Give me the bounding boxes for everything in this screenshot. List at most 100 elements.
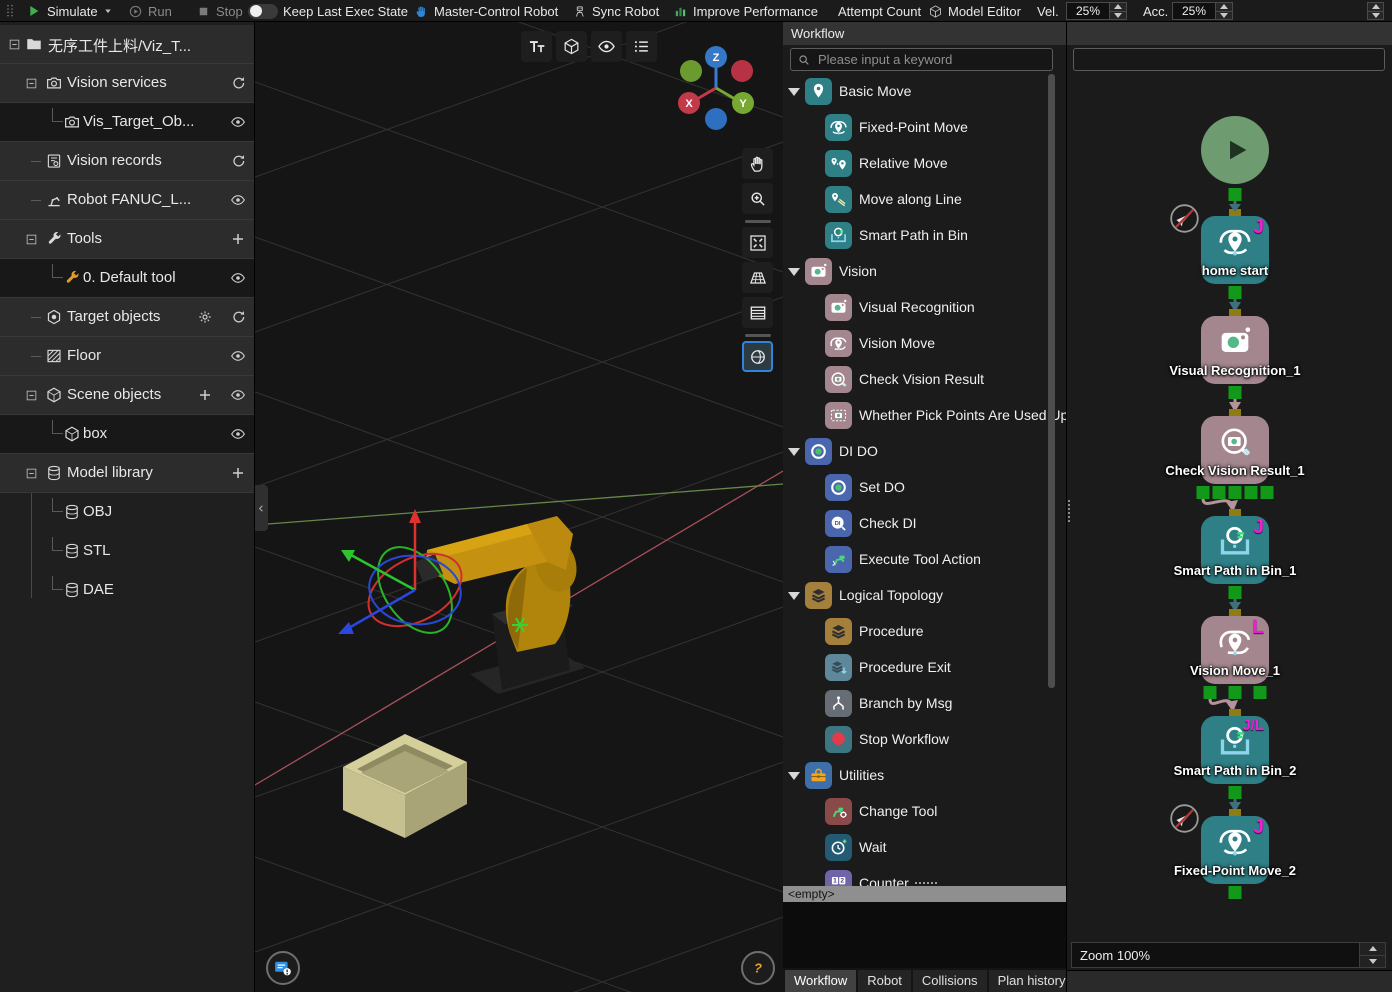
collapse-box[interactable] <box>25 233 38 246</box>
zoom-down-button[interactable] <box>1360 956 1385 968</box>
caret-down-icon[interactable] <box>788 88 800 96</box>
extra-spinner[interactable] <box>1367 0 1384 22</box>
workflow-step-utilities[interactable]: Utilities <box>783 758 1053 794</box>
toolbar-grip[interactable] <box>2 0 18 22</box>
workflow-step-set-do[interactable]: Set DO <box>783 470 1053 506</box>
fit-view-button[interactable] <box>742 227 773 258</box>
sidebar-item-dae[interactable]: DAE <box>0 571 255 610</box>
node-smart-path-in-bin-2[interactable]: J/LSmart Path in Bin_2 <box>1201 716 1269 784</box>
eye-icon[interactable] <box>230 192 246 208</box>
workflow-step-check-vision-result[interactable]: Check Vision Result <box>783 362 1053 398</box>
visibility-button[interactable] <box>591 31 622 62</box>
plus-icon[interactable] <box>230 465 246 481</box>
sidebar-item-0-default-tool[interactable]: 0. Default tool <box>0 259 255 298</box>
eye-icon[interactable] <box>230 387 246 403</box>
tab-robot[interactable]: Robot <box>858 970 911 992</box>
workflow-step-check-di[interactable]: DICheck DI <box>783 506 1053 542</box>
sidebar-item-vision-records[interactable]: Vision records <box>0 142 255 181</box>
acceleration-input[interactable] <box>1172 2 1216 20</box>
workflow-step-vision[interactable]: Vision <box>783 254 1053 290</box>
empty-selection-row[interactable]: <empty> <box>783 886 1067 902</box>
sidebar-item-tools[interactable]: Tools <box>0 220 255 259</box>
caret-down-icon[interactable] <box>788 268 800 276</box>
caret-down-icon[interactable] <box>788 448 800 456</box>
workflow-step-procedure[interactable]: Procedure <box>783 614 1053 650</box>
graph-header-field[interactable] <box>1073 48 1385 71</box>
workflow-scrollbar[interactable] <box>1048 74 1055 688</box>
node-vision-move-1[interactable]: LVision Move_1 <box>1201 616 1269 684</box>
workflow-step-smart-path-in-bin[interactable]: Smart Path in Bin <box>783 218 1053 254</box>
velocity-up-button[interactable] <box>1110 3 1126 12</box>
triad-minus-y[interactable] <box>680 60 702 82</box>
model-display-button[interactable] <box>556 31 587 62</box>
velocity-input[interactable] <box>1066 2 1110 20</box>
workflow-step-execute-tool-action[interactable]: Execute Tool Action <box>783 542 1053 578</box>
eye-icon[interactable] <box>230 114 246 130</box>
workflow-step-di-do[interactable]: DI DO <box>783 434 1053 470</box>
caret-down-icon[interactable] <box>788 592 800 600</box>
extra-down-button[interactable] <box>1368 12 1383 20</box>
robot-object[interactable] <box>415 516 585 694</box>
graph-zoom-control[interactable]: Zoom 100% <box>1071 942 1386 968</box>
workflow-step-logical-topology[interactable]: Logical Topology <box>783 578 1053 614</box>
collapse-box[interactable] <box>8 38 21 51</box>
zoom-up-button[interactable] <box>1360 943 1385 956</box>
sidebar-item-vis-target-ob[interactable]: Vis_Target_Ob... <box>0 103 255 142</box>
workflow-step-change-tool[interactable]: Change Tool <box>783 794 1053 830</box>
pan-tool-button[interactable] <box>742 148 773 179</box>
sidebar-item-model-library[interactable]: Model library <box>0 454 255 493</box>
help-button[interactable]: ? <box>741 951 775 985</box>
workflow-step-wait[interactable]: Wait <box>783 830 1053 866</box>
sidebar-item-vision-services[interactable]: Vision services <box>0 64 255 103</box>
no-entry-icon[interactable] <box>1169 803 1200 834</box>
sidebar-item-robot-fanuc-l[interactable]: Robot FANUC_L... <box>0 181 255 220</box>
refresh-icon[interactable] <box>230 309 246 325</box>
orbit-view-button[interactable] <box>742 341 773 372</box>
velocity-spinner[interactable] <box>1066 0 1127 22</box>
acceleration-down-button[interactable] <box>1216 12 1232 20</box>
search-input[interactable] <box>816 51 1046 68</box>
simulate-dropdown-icon[interactable] <box>103 6 113 16</box>
extra-up-button[interactable] <box>1368 3 1383 12</box>
caret-down-icon[interactable] <box>788 772 800 780</box>
velocity-down-button[interactable] <box>1110 12 1126 20</box>
collapse-box[interactable] <box>25 77 38 90</box>
node-smart-path-in-bin-1[interactable]: JSmart Path in Bin_1 <box>1201 516 1269 584</box>
refresh-icon[interactable] <box>230 75 246 91</box>
panel-resize-handle[interactable] <box>915 879 937 884</box>
workflow-step-visual-recognition[interactable]: Visual Recognition <box>783 290 1053 326</box>
workflow-step-stop-workflow[interactable]: Stop Workflow <box>783 722 1053 758</box>
workflow-search[interactable] <box>790 48 1053 71</box>
zoom-tool-button[interactable] <box>742 183 773 214</box>
master-control-button[interactable]: Master-Control Robot <box>414 0 558 22</box>
attempt-count-button[interactable]: Attempt Count <box>838 0 921 22</box>
workflow-start-button[interactable] <box>1201 116 1269 184</box>
tab-collisions[interactable]: Collisions <box>913 970 987 992</box>
workflow-step-branch-by-msg[interactable]: Branch by Msg <box>783 686 1053 722</box>
eye-icon[interactable] <box>230 270 246 286</box>
tab-workflow[interactable]: Workflow <box>785 970 856 992</box>
collapse-box[interactable] <box>25 389 38 402</box>
notification-button[interactable] <box>266 951 300 985</box>
node-visual-recognition-1[interactable]: Visual Recognition_1 <box>1201 316 1269 384</box>
toggle-switch[interactable] <box>248 4 278 19</box>
workflow-step-relative-move[interactable]: Relative Move <box>783 146 1053 182</box>
viewport-3d[interactable]: Z X Y ? <box>255 22 783 992</box>
collapse-box[interactable] <box>25 467 38 480</box>
ground-grid-button[interactable] <box>742 262 773 293</box>
sidebar-item-floor[interactable]: Floor <box>0 337 255 376</box>
panel-divider-handle[interactable] <box>1068 500 1070 522</box>
workflow-step-vision-move[interactable]: Vision Move <box>783 326 1053 362</box>
eye-icon[interactable] <box>230 348 246 364</box>
refresh-icon[interactable] <box>230 153 246 169</box>
triad-minus-z[interactable] <box>705 108 727 130</box>
bin-object[interactable] <box>343 734 467 838</box>
tab-plan-history[interactable]: Plan history <box>989 970 1067 992</box>
sidebar-item-viz-t[interactable]: 无序工件上料/Viz_T... <box>0 25 255 64</box>
workflow-step-basic-move[interactable]: Basic Move <box>783 74 1053 110</box>
keep-last-exec-toggle[interactable]: Keep Last Exec State <box>248 0 408 22</box>
acceleration-spinner[interactable] <box>1172 0 1233 22</box>
workflow-step-fixed-point-move[interactable]: Fixed-Point Move <box>783 110 1053 146</box>
sidebar-item-stl[interactable]: STL <box>0 532 255 571</box>
stop-button[interactable]: Stop <box>196 0 243 22</box>
